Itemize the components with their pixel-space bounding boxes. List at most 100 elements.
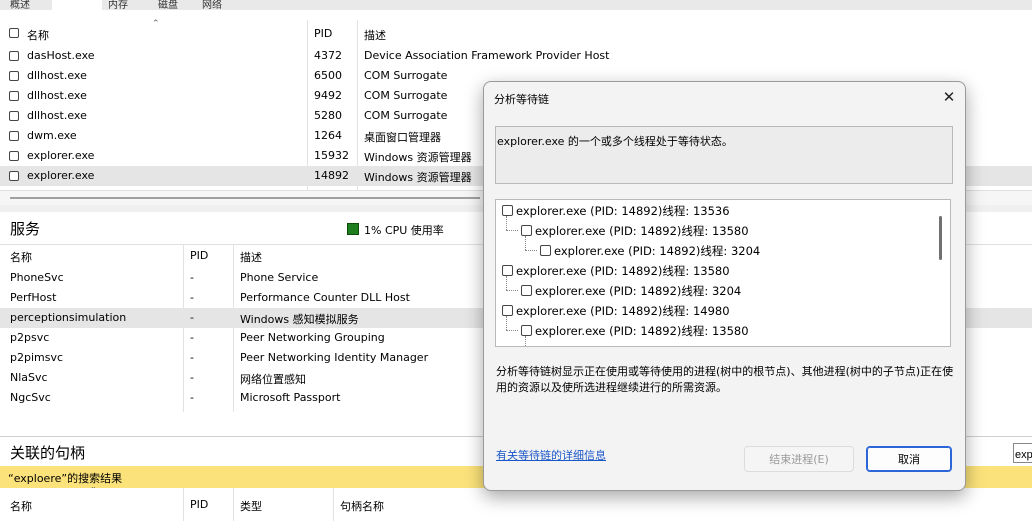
cpu-indicator-icon	[347, 223, 359, 235]
tree-item[interactable]: explorer.exe (PID: 14892)线程: 3204	[554, 243, 760, 259]
process-name: dwm.exe	[27, 129, 77, 142]
tree-item[interactable]: explorer.exe (PID: 14892)线程: 13580	[516, 263, 730, 279]
row-checkbox[interactable]	[9, 151, 19, 161]
service-name: perceptionsimulation	[10, 311, 127, 324]
service-pid: -	[190, 351, 194, 364]
tab-active-indicator	[52, 0, 102, 10]
column-header-name[interactable]: 名称	[10, 498, 32, 514]
column-header-pid[interactable]: PID	[190, 498, 208, 511]
service-desc: 网络位置感知	[240, 373, 306, 386]
process-desc: Windows 资源管理器	[364, 171, 472, 184]
service-desc: Phone Service	[240, 271, 319, 284]
tree-checkbox[interactable]	[540, 245, 551, 256]
wait-chain-description: 分析等待链树显示正在使用或等待使用的进程(树中的根节点)、其他进程(树中的子节点…	[496, 365, 954, 394]
column-header-desc[interactable]: 描述	[240, 249, 262, 265]
wait-chain-help-link[interactable]: 有关等待链的详细信息	[496, 447, 606, 463]
service-pid: -	[190, 271, 194, 284]
tree-connector	[525, 236, 526, 250]
process-desc: COM Surrogate	[364, 89, 448, 102]
end-process-button[interactable]: 结束进程(E)	[744, 446, 854, 472]
scrollbar-thumb[interactable]	[10, 197, 480, 199]
tree-checkbox[interactable]	[521, 225, 532, 236]
tree-item[interactable]: explorer.exe (PID: 14892)线程: 14980	[516, 303, 730, 319]
tree-item[interactable]: explorer.exe (PID: 14892)线程: 13580	[535, 323, 749, 339]
row-checkbox[interactable]	[9, 71, 19, 81]
process-desc: COM Surrogate	[364, 109, 448, 122]
tree-scrollbar-thumb[interactable]	[939, 216, 942, 260]
service-pid: -	[190, 291, 194, 304]
tree-checkbox[interactable]	[502, 305, 513, 316]
service-desc: Peer Networking Identity Manager	[240, 351, 429, 364]
service-desc: Windows 感知模拟服务	[240, 313, 359, 326]
handles-table: 名称 PID 类型 句柄名称	[0, 488, 1032, 521]
process-name: explorer.exe	[27, 149, 95, 162]
tree-connector	[525, 336, 526, 346]
column-header-name[interactable]: 名称	[27, 27, 49, 43]
service-name: PerfHost	[10, 291, 57, 304]
row-checkbox[interactable]	[9, 91, 19, 101]
handle-search-input[interactable]	[1013, 443, 1032, 463]
column-header-desc[interactable]: 描述	[364, 27, 386, 43]
process-pid: 5280	[314, 109, 342, 122]
row-checkbox[interactable]	[9, 111, 19, 121]
process-desc: Windows 资源管理器	[364, 151, 472, 164]
message-box: explorer.exe 的一个或多个线程处于等待状态。	[495, 126, 953, 184]
search-result-label: “exploere”的搜索结果	[8, 472, 123, 485]
dialog-title: 分析等待链	[494, 93, 549, 106]
service-name: p2pimsvc	[10, 351, 64, 364]
process-pid: 1264	[314, 129, 342, 142]
process-pid: 9492	[314, 89, 342, 102]
column-header-name[interactable]: 名称	[10, 249, 32, 265]
process-desc: Device Association Framework Provider Ho…	[364, 49, 610, 62]
tree-connector	[506, 230, 518, 231]
column-header-handle-name[interactable]: 句柄名称	[340, 498, 384, 514]
row-checkbox[interactable]	[9, 131, 19, 141]
close-icon[interactable]: ✕	[938, 86, 960, 108]
tree-item[interactable]: explorer.exe (PID: 14892)线程: 13580	[535, 223, 749, 239]
services-title: 服务	[10, 220, 41, 238]
row-checkbox[interactable]	[9, 171, 19, 181]
tree-connector	[525, 250, 537, 251]
tree-checkbox[interactable]	[502, 205, 513, 216]
sort-up-icon: ⌃	[152, 19, 160, 29]
tree-checkbox[interactable]	[521, 325, 532, 336]
service-name: NlaSvc	[10, 371, 48, 384]
service-pid: -	[190, 331, 194, 344]
tree-connector	[506, 276, 507, 290]
service-pid: -	[190, 371, 194, 384]
process-desc: 桌面窗口管理器	[364, 131, 441, 144]
row-checkbox[interactable]	[9, 51, 19, 61]
tree-item[interactable]: explorer.exe (PID: 14892)线程: 13536	[516, 203, 730, 219]
process-name: explorer.exe	[27, 169, 95, 182]
handles-title: 关联的句柄	[10, 444, 86, 462]
analyze-wait-chain-dialog: 分析等待链 ✕ explorer.exe 的一个或多个线程处于等待状态。 exp…	[483, 81, 966, 491]
tree-checkbox[interactable]	[502, 265, 513, 276]
select-all-checkbox[interactable]	[9, 28, 19, 38]
tree-connector	[506, 316, 507, 330]
column-header-pid[interactable]: PID	[190, 249, 208, 262]
tree-connector	[506, 216, 507, 230]
tree-connector	[506, 290, 518, 291]
column-divider	[333, 488, 334, 521]
service-desc: Microsoft Passport	[240, 391, 341, 404]
service-pid: -	[190, 391, 194, 404]
process-name: dllhost.exe	[27, 69, 87, 82]
process-pid: 15932	[314, 149, 349, 162]
column-divider	[233, 488, 234, 521]
process-desc: COM Surrogate	[364, 69, 448, 82]
process-row[interactable]: dasHost.exe 4372 Device Association Fram…	[0, 46, 1032, 66]
service-desc: Peer Networking Grouping	[240, 331, 385, 344]
column-header-type[interactable]: 类型	[240, 498, 262, 514]
service-name: p2psvc	[10, 331, 50, 344]
process-pid: 14892	[314, 169, 349, 182]
process-pid: 4372	[314, 49, 342, 62]
service-pid: -	[190, 311, 194, 324]
service-name: PhoneSvc	[10, 271, 64, 284]
wait-chain-tree[interactable]: explorer.exe (PID: 14892)线程: 13536 explo…	[495, 199, 951, 347]
cancel-button[interactable]: 取消	[866, 446, 952, 472]
tree-checkbox[interactable]	[521, 285, 532, 296]
tree-item[interactable]: explorer.exe (PID: 14892)线程: 3204	[535, 283, 741, 299]
process-name: dasHost.exe	[27, 49, 95, 62]
column-header-pid[interactable]: PID	[314, 27, 332, 40]
service-name: NgcSvc	[10, 391, 51, 404]
